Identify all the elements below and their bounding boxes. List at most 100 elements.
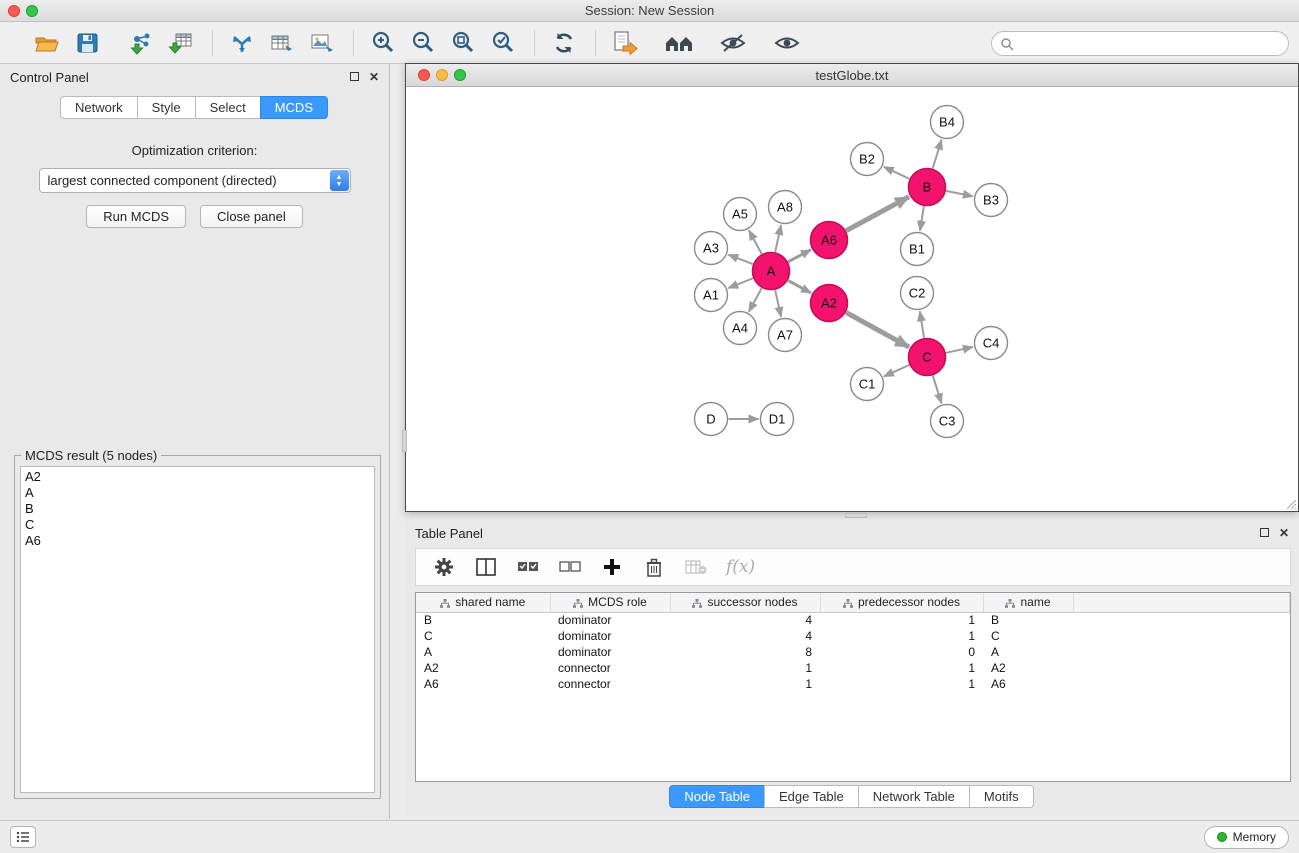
float-table-panel-icon[interactable]: [1260, 527, 1269, 539]
network-zoom-button[interactable]: [454, 69, 466, 81]
table-cell[interactable]: 1: [820, 660, 983, 676]
export-image-button[interactable]: [305, 28, 339, 58]
resize-grip-icon[interactable]: [1285, 498, 1297, 510]
refresh-button[interactable]: [547, 28, 581, 58]
zoom-fit-button[interactable]: [446, 28, 480, 58]
table-row[interactable]: Cdominator41C: [416, 628, 1290, 644]
graph-node-D1[interactable]: D1: [761, 403, 794, 436]
vertical-splitter-handle[interactable]: [402, 430, 407, 452]
table-cell[interactable]: B: [416, 612, 550, 628]
zoom-window-button[interactable]: [26, 5, 38, 17]
column-header-shared-name[interactable]: shared name: [416, 593, 550, 612]
column-header-predecessor-nodes[interactable]: predecessor nodes: [820, 593, 983, 612]
table-cell[interactable]: A: [983, 644, 1073, 660]
graph-node-B4[interactable]: B4: [931, 106, 964, 139]
memory-button[interactable]: Memory: [1204, 826, 1289, 849]
close-panel-button[interactable]: Close panel: [200, 205, 303, 228]
list-item[interactable]: A: [25, 485, 370, 501]
table-cell[interactable]: C: [983, 628, 1073, 644]
graph-node-C2[interactable]: C2: [901, 277, 934, 310]
save-button[interactable]: [70, 28, 104, 58]
graph-node-B1[interactable]: B1: [901, 233, 934, 266]
table-cell[interactable]: connector: [550, 676, 670, 692]
table-cell[interactable]: B: [983, 612, 1073, 628]
float-panel-icon[interactable]: [350, 71, 359, 83]
graph-edge[interactable]: [749, 230, 762, 254]
criterion-dropdown[interactable]: largest connected component (directed) ▲…: [39, 168, 351, 193]
graph-edge[interactable]: [788, 250, 811, 262]
new-network-button[interactable]: [225, 28, 259, 58]
graph-edge[interactable]: [749, 288, 762, 312]
graph-node-C1[interactable]: C1: [851, 368, 884, 401]
table-tab-edge-table[interactable]: Edge Table: [764, 785, 859, 808]
select-columns-button[interactable]: [474, 555, 498, 579]
network-table-button[interactable]: [265, 28, 299, 58]
network-graph[interactable]: B4B2BB3A8A5A6B1A3AA1C2A2A4A7C4CC1C3DD1: [406, 88, 1298, 511]
network-close-button[interactable]: [418, 69, 430, 81]
list-item[interactable]: A6: [25, 533, 370, 549]
import-network-button[interactable]: [124, 28, 158, 58]
zoom-out-button[interactable]: [406, 28, 440, 58]
table-cell[interactable]: 1: [820, 676, 983, 692]
paste-button[interactable]: [608, 28, 642, 58]
table-cell[interactable]: dominator: [550, 644, 670, 660]
show-details-button[interactable]: [770, 28, 804, 58]
graph-node-A2[interactable]: A2: [811, 285, 848, 322]
table-cell[interactable]: 1: [670, 660, 820, 676]
graph-edge[interactable]: [933, 140, 942, 169]
list-item[interactable]: A2: [25, 469, 370, 485]
table-cell[interactable]: dominator: [550, 612, 670, 628]
graph-node-A5[interactable]: A5: [724, 198, 757, 231]
delete-table-button[interactable]: [684, 555, 708, 579]
tab-network[interactable]: Network: [60, 96, 138, 119]
graph-node-B[interactable]: B: [909, 169, 946, 206]
open-button[interactable]: [30, 28, 64, 58]
table-row[interactable]: A2connector11A2: [416, 660, 1290, 676]
table-cell[interactable]: A6: [416, 676, 550, 692]
graph-node-C[interactable]: C: [909, 339, 946, 376]
table-row[interactable]: Adominator80A: [416, 644, 1290, 660]
list-item[interactable]: B: [25, 501, 370, 517]
graph-edge[interactable]: [946, 191, 973, 196]
table-cell[interactable]: connector: [550, 660, 670, 676]
zoom-selected-button[interactable]: [486, 28, 520, 58]
column-header-successor-nodes[interactable]: successor nodes: [670, 593, 820, 612]
table-tab-network-table[interactable]: Network Table: [858, 785, 970, 808]
network-canvas[interactable]: B4B2BB3A8A5A6B1A3AA1C2A2A4A7C4CC1C3DD1: [406, 88, 1298, 511]
graph-node-A4[interactable]: A4: [724, 312, 757, 345]
graph-edge[interactable]: [728, 278, 753, 288]
mcds-result-list[interactable]: A2ABCA6: [20, 466, 375, 793]
column-header-mcds-role[interactable]: MCDS role: [550, 593, 670, 612]
table-cell[interactable]: 4: [670, 628, 820, 644]
table-cell[interactable]: A2: [416, 660, 550, 676]
graph-node-A3[interactable]: A3: [695, 232, 728, 265]
tab-mcds[interactable]: MCDS: [260, 96, 328, 119]
graph-node-C4[interactable]: C4: [975, 327, 1008, 360]
table-cell[interactable]: 1: [820, 612, 983, 628]
graph-edge[interactable]: [884, 365, 909, 376]
table-cell[interactable]: 0: [820, 644, 983, 660]
function-builder-button[interactable]: f(x): [726, 557, 755, 577]
table-cell[interactable]: dominator: [550, 628, 670, 644]
horizontal-splitter-handle[interactable]: [845, 513, 867, 518]
graph-edge[interactable]: [920, 311, 924, 337]
graph-node-A6[interactable]: A6: [811, 222, 848, 259]
tab-style[interactable]: Style: [137, 96, 196, 119]
table-tab-motifs[interactable]: Motifs: [969, 785, 1034, 808]
table-cell[interactable]: 1: [820, 628, 983, 644]
graph-edge[interactable]: [946, 347, 973, 353]
search-input[interactable]: [1018, 36, 1288, 51]
close-panel-icon[interactable]: ✕: [369, 71, 379, 83]
add-column-button[interactable]: [600, 555, 624, 579]
delete-column-button[interactable]: [642, 555, 666, 579]
table-tab-node-table[interactable]: Node Table: [669, 785, 765, 808]
table-cell[interactable]: 4: [670, 612, 820, 628]
network-minimize-button[interactable]: [436, 69, 448, 81]
node-table[interactable]: shared nameMCDS rolesuccessor nodesprede…: [415, 592, 1291, 782]
graph-edge[interactable]: [775, 225, 781, 252]
graph-edge[interactable]: [933, 376, 942, 404]
table-settings-button[interactable]: [432, 555, 456, 579]
graph-node-C3[interactable]: C3: [931, 405, 964, 438]
graph-node-A1[interactable]: A1: [695, 279, 728, 312]
graphics-details-button[interactable]: [716, 28, 750, 58]
